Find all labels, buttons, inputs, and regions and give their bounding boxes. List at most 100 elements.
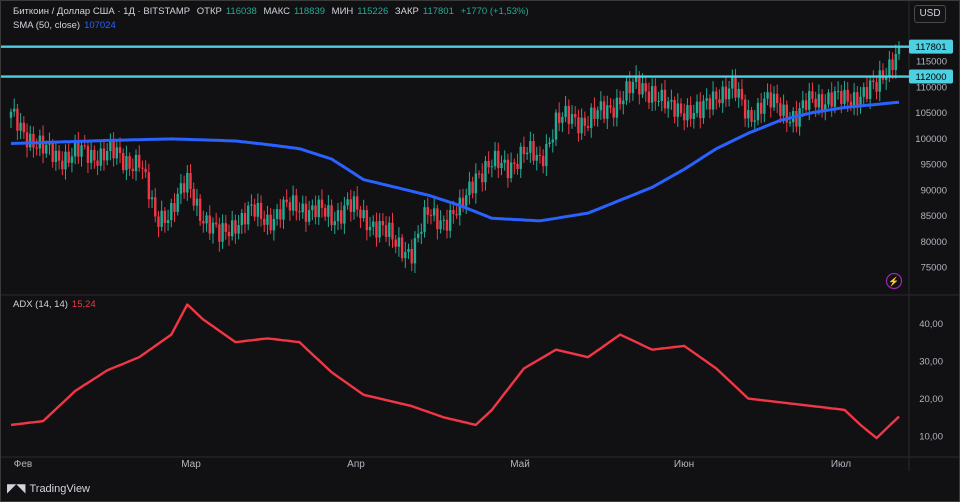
candle-body [513,162,516,164]
month-label: Июн [674,459,694,470]
candle-body [878,70,881,92]
candle-body [25,132,29,148]
lightning-icon-glyph: ⚡ [888,276,899,288]
candle-body [170,203,173,221]
candle-body [240,212,244,226]
candle-body [724,86,728,100]
candle-body [22,122,26,133]
tradingview-logo[interactable]: ◤◥ TradingView [7,481,90,495]
candle-body [432,208,436,216]
currency-button[interactable]: USD [914,5,946,23]
candle-body [105,151,109,161]
candle-body [503,159,506,163]
adx-value: 15,24 [71,299,96,310]
candle-body [253,204,256,217]
candle-body [375,221,378,238]
candle-body [77,141,80,157]
candle-body [779,103,782,116]
adx-line [10,303,900,440]
candle-body [221,223,224,242]
candle-body [176,193,179,213]
candle-body [391,222,394,240]
candle-body [154,197,157,217]
candle-body [775,93,779,104]
adx-tick-label: 20,00 [919,394,943,405]
candle-body [622,100,625,105]
candle-body [141,167,144,169]
candle-body [583,117,587,126]
candle-body [131,168,135,172]
candle-body [256,202,260,217]
adx-tick-label: 40,00 [919,319,943,330]
adx-tick-label: 30,00 [919,356,943,367]
candle-body [323,207,327,217]
candle-body [888,59,891,77]
candle-body [557,112,561,123]
candle-body [602,101,606,119]
candle-body [250,204,253,206]
candle-body [410,248,413,264]
candle-body [731,77,734,89]
sma-legend[interactable]: SMA (50, close) 107024 [13,20,120,31]
candle-body [404,252,407,259]
price-tick-label: 75000 [921,263,947,274]
candle-body [394,239,397,247]
sma-line [10,100,900,223]
candle-body [699,101,702,119]
candle-body [263,218,266,225]
low-label: МИН [331,6,354,17]
close-label: ЗАКР [394,6,419,17]
candle-body [279,209,282,220]
candle-body [211,222,215,234]
candle-body [756,102,760,121]
candle-body [205,215,208,224]
month-label: Мар [181,459,201,470]
candle-body [455,213,458,216]
candle-body [198,198,202,221]
candle-body [852,92,856,106]
candle-body [144,168,147,173]
candle-body [679,103,683,114]
candle-body [356,196,359,210]
price-tick-label: 90000 [921,185,947,196]
candle-body [570,114,574,124]
month-label: Май [510,459,530,470]
candle-body [525,152,529,155]
candle-body [311,205,314,211]
candle-body [125,156,128,171]
candle-body [631,81,635,94]
candle-body [67,151,70,163]
candle-body [349,199,353,212]
candle-body [673,99,676,117]
price-label-text: 112000 [916,72,947,83]
candle-body [339,210,343,224]
candle-body [759,102,763,114]
candle-body [500,162,503,169]
candle-body [89,149,93,163]
candle-body [535,154,538,161]
candle-body [692,113,696,119]
candle-body [29,133,32,148]
candle-body [362,210,365,219]
chart-canvas[interactable]: 75000 80000 85000 90000 95000 100000 105000 110… [1,1,959,501]
candle-body [708,98,712,110]
candle-body [99,148,102,166]
candle-body [192,188,195,206]
candle-body [269,214,272,231]
candle-body [474,173,478,194]
candle-body [237,225,240,234]
candle-body [57,150,61,161]
candle-body [721,86,724,104]
candle-body [397,237,401,247]
candle-body [160,210,163,227]
candle-body [840,91,843,104]
candle-body [291,195,295,211]
adx-legend[interactable]: ADX (14, 14) 15,24 [13,299,100,310]
candle-body [214,222,218,225]
candle-body [448,210,452,231]
candle-body [743,99,747,119]
symbol-title[interactable]: Биткоин / Доллар США · 1Д · BITSTAMP [13,6,190,17]
candle-body [727,88,731,100]
candle-body [561,117,564,123]
candle-body [64,151,67,170]
